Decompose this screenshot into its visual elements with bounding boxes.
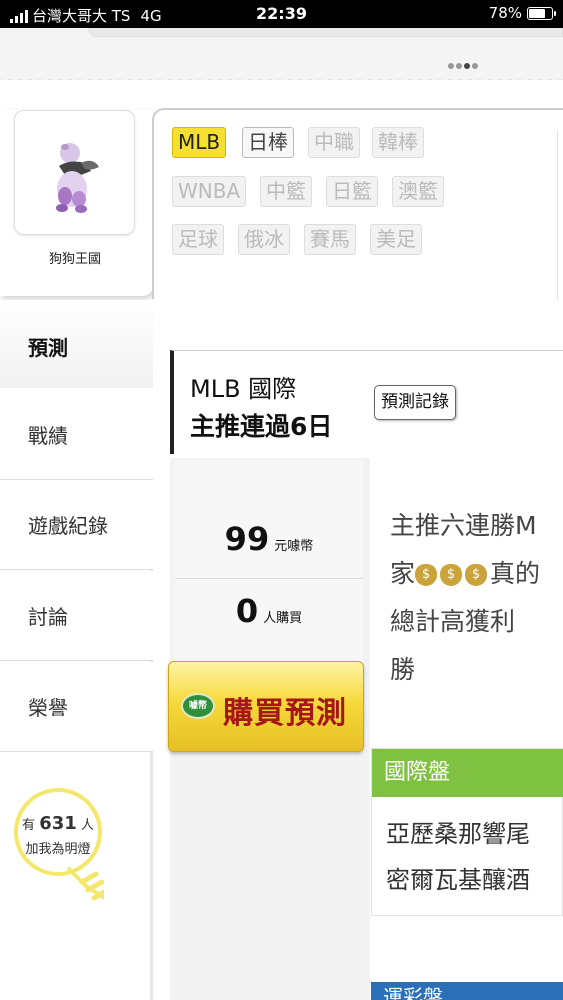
sport-tab-1-2[interactable]: 日籃 — [326, 176, 378, 207]
sport-tab-2-2[interactable]: 賽馬 — [304, 224, 356, 255]
league-title: MLB 國際 — [190, 375, 297, 403]
prediction-description: 主推六連勝M 家 $ $ $ 真的 總計高獲利 勝 — [390, 502, 563, 694]
desc-line: 勝 — [390, 655, 416, 684]
buy-prediction-label: 購買預測 — [223, 696, 347, 731]
sport-tab-2-1[interactable]: 俄冰 — [238, 224, 290, 255]
money-bag-icon: $ — [440, 564, 463, 586]
sport-tab-2-0[interactable]: 足球 — [172, 224, 224, 255]
international-title: 國際盤 — [372, 749, 563, 797]
prediction-header: MLB 國際 主推連過6日 預測記錄 — [170, 350, 563, 454]
coin-icon: 噱幣 — [181, 693, 215, 719]
nav-item-game-log[interactable]: 遊戲紀錄 — [0, 480, 153, 570]
lottery-card-header[interactable]: 運彩盤 — [371, 982, 563, 1000]
sport-tab-1-0[interactable]: WNBA — [172, 176, 247, 207]
battery-icon — [527, 6, 556, 20]
buy-prediction-button[interactable]: 噱幣 購買預測 — [168, 661, 364, 752]
price-amount: 99 — [224, 520, 270, 558]
sport-tab-2-3[interactable]: 美足 — [370, 224, 422, 255]
light-bulb-text: 有 631 人 加我為明燈 — [12, 812, 104, 862]
nav-item-discussion[interactable]: 討論 — [0, 571, 153, 661]
desc-line: 主推六連勝M — [390, 511, 537, 540]
nav-item-record[interactable]: 戰績 — [0, 390, 153, 480]
pick-line: 密爾瓦基釀酒 — [386, 866, 530, 894]
buyer-unit: 人購買 — [263, 611, 303, 626]
price: 99 元噱幣 — [175, 520, 363, 558]
nav-label: 戰績 — [28, 424, 68, 448]
sport-tab-0-3[interactable]: 韓棒 — [372, 127, 424, 158]
status-bar: 台灣大哥大 TS 4G 22:39 78% — [0, 0, 563, 28]
international-card[interactable]: 國際盤 亞歷桑那響尾 密爾瓦基釀酒 — [371, 748, 563, 916]
carousel-dots[interactable] — [448, 63, 478, 69]
desc-line: 家 $ $ $ 真的 — [390, 550, 563, 598]
sport-tab-0-2[interactable]: 中職 — [308, 127, 360, 158]
panel-divider — [557, 130, 558, 300]
status-right: 78% — [488, 4, 556, 22]
money-bag-icon: $ — [415, 564, 438, 586]
bulb-count: 631 — [39, 813, 77, 834]
sport-tab-0-1[interactable]: 日棒 — [242, 127, 294, 158]
nav-label: 遊戲紀錄 — [28, 514, 108, 538]
carousel-dot[interactable] — [456, 63, 462, 69]
prediction-records-button[interactable]: 預測記錄 — [374, 385, 456, 420]
profile-name: 狗狗王國 — [48, 252, 101, 267]
sport-tab-1-3[interactable]: 澳籃 — [392, 176, 444, 207]
bulb-caption: 加我為明燈 — [25, 842, 91, 857]
carousel-dot[interactable] — [448, 63, 454, 69]
price-unit: 元噱幣 — [274, 539, 314, 554]
top-banner — [0, 28, 563, 85]
clock: 22:39 — [256, 4, 307, 23]
price-divider — [175, 578, 363, 579]
desc-text: 家 — [390, 559, 416, 588]
money-bag-icon: $ — [465, 564, 488, 586]
nav-label: 預測 — [28, 336, 68, 360]
streak-title: 主推連過6日 — [190, 412, 333, 441]
desc-line: 總計高獲利 — [390, 607, 516, 636]
battery-percent: 78% — [488, 4, 522, 22]
profile-card — [0, 110, 153, 296]
figurine-image — [56, 143, 99, 213]
bulb-prefix: 有 — [22, 818, 36, 833]
sport-tab-1-1[interactable]: 中籃 — [260, 176, 312, 207]
banner-bar — [88, 28, 563, 37]
desc-text: 真的 — [490, 559, 541, 588]
avatar[interactable] — [14, 110, 135, 235]
bulb-suffix: 人 — [80, 818, 94, 833]
buyers: 0 人購買 — [175, 592, 363, 630]
nav-item-honor[interactable]: 榮譽 — [0, 662, 153, 752]
nav-label: 榮譽 — [28, 696, 68, 720]
buyer-count: 0 — [235, 592, 259, 630]
carousel-dot[interactable] — [472, 63, 478, 69]
wavy-edge — [0, 75, 563, 85]
nav-item-prediction[interactable]: 預測 — [0, 300, 153, 388]
sport-tab-0-0[interactable]: MLB — [172, 127, 227, 158]
carousel-dot-active[interactable] — [464, 63, 470, 69]
international-picks: 亞歷桑那響尾 密爾瓦基釀酒 — [386, 811, 563, 903]
nav-label: 討論 — [28, 605, 68, 629]
pick-line: 亞歷桑那響尾 — [386, 820, 530, 848]
